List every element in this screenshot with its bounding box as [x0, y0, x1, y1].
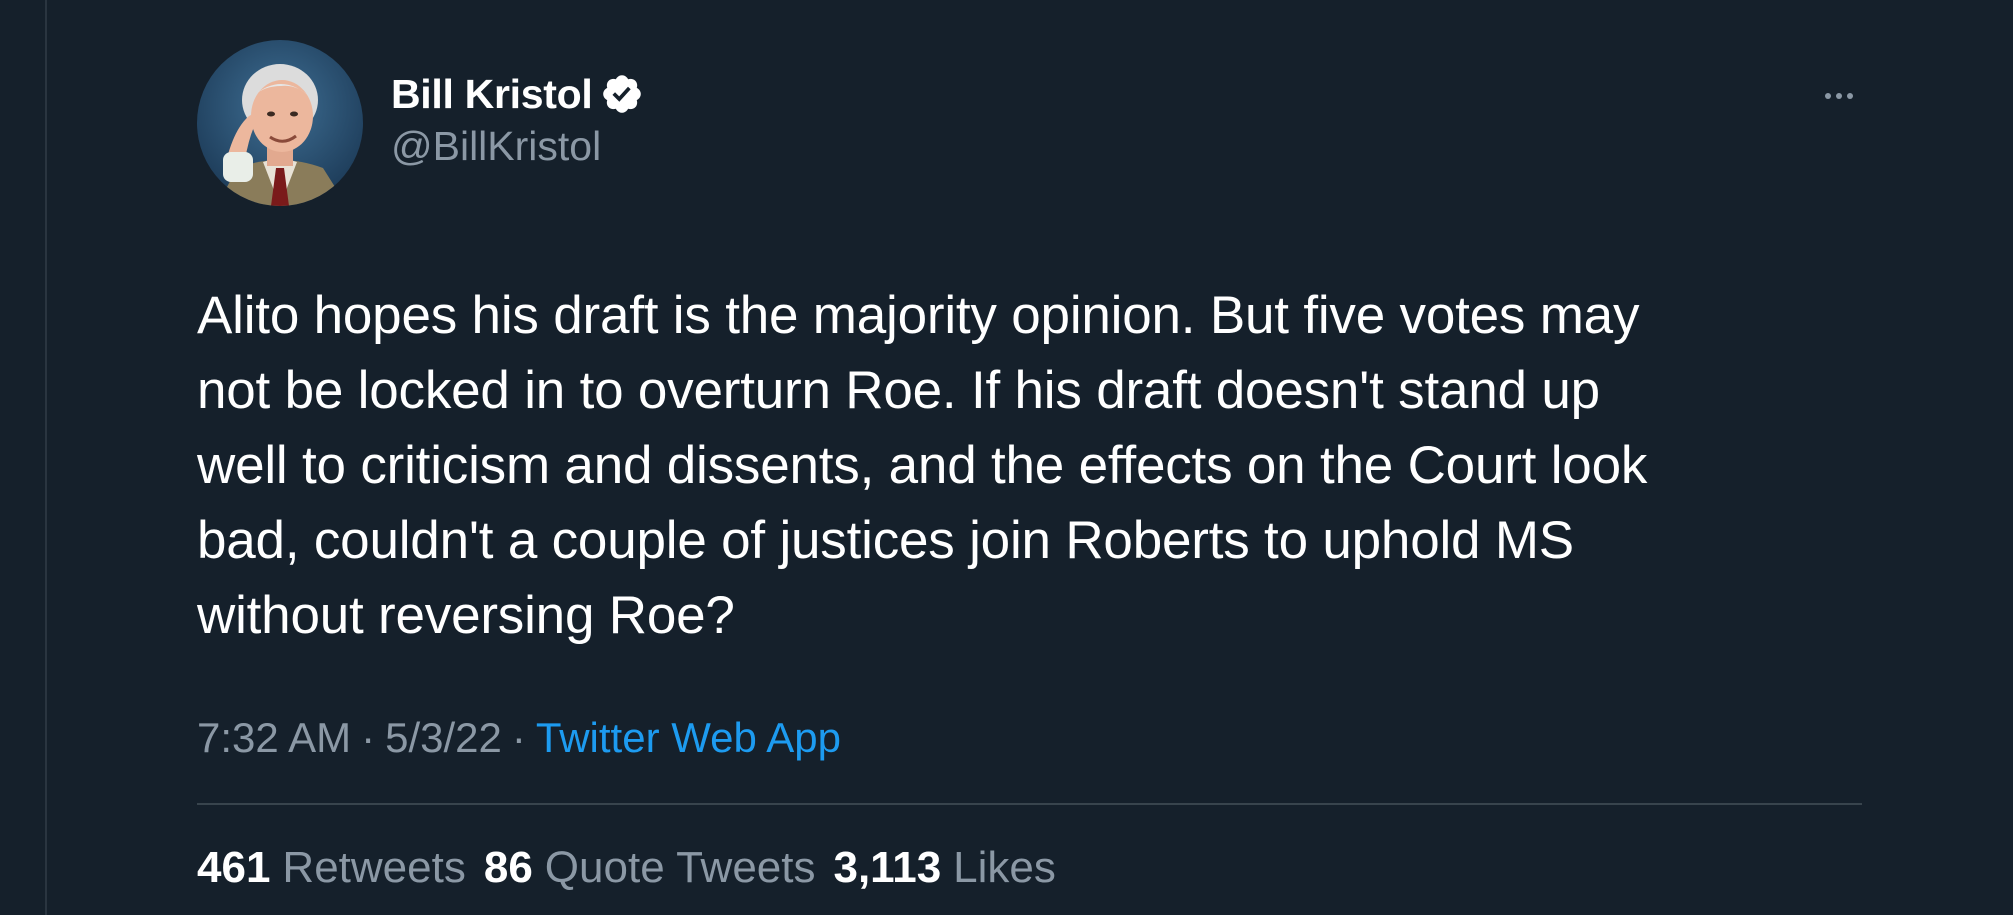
more-horizontal-icon — [1825, 93, 1831, 99]
likes-label: Likes — [953, 843, 1056, 892]
tweet-author[interactable]: Bill Kristol @BillKristol — [391, 66, 644, 170]
more-dot — [1836, 93, 1842, 99]
timeline-border — [45, 0, 47, 915]
retweets-count: 461 — [197, 843, 271, 892]
tweet-text: Alito hopes his draft is the majority op… — [197, 286, 1648, 645]
author-handle[interactable]: @BillKristol — [391, 122, 644, 170]
tweet-metadata: 7:32 AM · 5/3/22 · Twitter Web App — [197, 710, 841, 766]
quote-tweets-stat[interactable]: 86 Quote Tweets — [484, 838, 816, 898]
tweet-time[interactable]: 7:32 AM — [197, 714, 351, 761]
meta-separator: · — [511, 714, 526, 761]
tweet-source-link[interactable]: Twitter Web App — [536, 714, 841, 761]
divider — [197, 803, 1862, 805]
author-display-name[interactable]: Bill Kristol — [391, 71, 593, 118]
quote-tweets-label: Quote Tweets — [544, 843, 816, 892]
more-options-button[interactable] — [1816, 76, 1862, 116]
likes-stat[interactable]: 3,113 Likes — [833, 838, 1055, 898]
retweets-label: Retweets — [282, 843, 466, 892]
meta-separator: · — [361, 714, 376, 761]
tweet-detail: Bill Kristol @BillKristol Alito hopes hi… — [197, 0, 1862, 915]
retweets-stat[interactable]: 461 Retweets — [197, 838, 466, 898]
more-dot — [1847, 93, 1853, 99]
tweet-date[interactable]: 5/3/22 — [385, 714, 502, 761]
author-name-row: Bill Kristol — [391, 66, 644, 122]
quote-tweets-count: 86 — [483, 843, 533, 892]
avatar[interactable] — [197, 40, 363, 206]
tweet-stats: 461 Retweets 86 Quote Tweets 3,113 Likes — [197, 838, 1074, 898]
verified-badge-icon — [600, 72, 644, 116]
profile-photo-icon — [197, 40, 363, 206]
likes-count: 3,113 — [833, 843, 942, 892]
